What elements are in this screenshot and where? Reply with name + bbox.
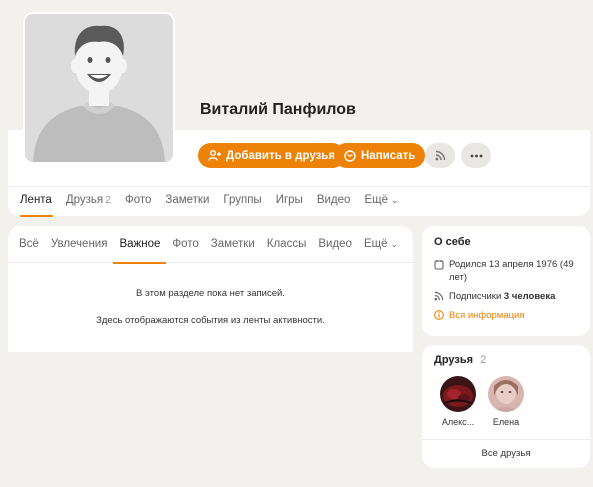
- tab-groups[interactable]: Группы: [216, 187, 268, 217]
- message-icon: [344, 149, 356, 162]
- all-info-link[interactable]: Вся информация: [434, 309, 525, 322]
- friend-name: Елена: [492, 417, 520, 427]
- all-friends-link[interactable]: Все друзья: [422, 439, 590, 468]
- birth-date: Родился 13 апреля 1976 (49 лет): [449, 259, 574, 283]
- more-dots-icon: [470, 154, 482, 157]
- friends-title[interactable]: Друзья 2: [434, 354, 486, 366]
- feed-filter-tabs: Всё Увлечения Важное Фото Заметки Классы…: [8, 226, 413, 264]
- empty-feed-message: В этом разделе пока нет записей.: [136, 288, 285, 299]
- subscribe-button[interactable]: [425, 143, 455, 168]
- friends-count: 2: [480, 354, 487, 366]
- tab-friends[interactable]: Друзья 2: [59, 187, 118, 217]
- chevron-down-icon: ⌄: [390, 194, 399, 205]
- message-label: Написать: [361, 149, 416, 162]
- birth-row: Родился 13 апреля 1976 (49 лет): [434, 258, 584, 284]
- about-title: О себе: [434, 236, 471, 248]
- rss-icon: [434, 291, 444, 301]
- all-info-label: Вся информация: [449, 310, 525, 321]
- filter-notes[interactable]: Заметки: [205, 226, 261, 263]
- more-button[interactable]: [461, 143, 491, 168]
- filter-more[interactable]: Ещё ⌄: [358, 226, 404, 263]
- default-avatar-image: [25, 14, 173, 162]
- friend-avatar: [440, 376, 476, 412]
- friends-count-badge: 2: [105, 193, 111, 206]
- calendar-icon: [434, 260, 444, 270]
- rss-icon: [435, 150, 445, 161]
- tab-video[interactable]: Видео: [310, 187, 358, 217]
- tab-feed[interactable]: Лента: [8, 187, 59, 217]
- empty-feed-hint: Здесь отображаются события из ленты акти…: [96, 315, 325, 326]
- profile-name: Виталий Панфилов: [200, 101, 356, 118]
- friend-item[interactable]: Елена: [482, 376, 530, 427]
- tab-photo[interactable]: Фото: [118, 187, 158, 217]
- friend-name: Алекс...: [441, 417, 475, 427]
- add-friend-label: Добавить в друзья: [226, 149, 336, 162]
- chevron-down-icon: ⌄: [390, 238, 399, 249]
- subscribers-label: Подписчики: [449, 291, 502, 302]
- tab-games[interactable]: Игры: [269, 187, 310, 217]
- add-user-icon: [208, 150, 221, 161]
- info-icon: [434, 310, 444, 320]
- subscribers-row[interactable]: Подписчики 3 человека: [434, 290, 555, 303]
- add-friend-button[interactable]: Добавить в друзья: [198, 143, 346, 168]
- profile-tabs: Лента Друзья 2 Фото Заметки Группы Игры В…: [8, 186, 590, 217]
- filter-photo[interactable]: Фото: [166, 226, 204, 263]
- tab-notes[interactable]: Заметки: [158, 187, 216, 217]
- about-card: О себе Родился 13 апреля 1976 (49 лет) П…: [422, 226, 590, 336]
- friends-card: Друзья 2 Алекс... Елена Все друзья: [422, 345, 590, 468]
- filter-hobbies[interactable]: Увлечения: [45, 226, 114, 263]
- filter-all[interactable]: Всё: [13, 226, 45, 263]
- friend-avatar: [488, 376, 524, 412]
- avatar[interactable]: [23, 12, 175, 164]
- message-button[interactable]: Написать: [334, 143, 426, 168]
- subscribers-count: 3 человека: [503, 291, 556, 302]
- tab-more[interactable]: Ещё ⌄: [357, 187, 405, 217]
- filter-video[interactable]: Видео: [312, 226, 358, 263]
- friend-item[interactable]: Алекс...: [434, 376, 482, 427]
- filter-classes[interactable]: Классы: [261, 226, 313, 263]
- feed-card: Всё Увлечения Важное Фото Заметки Классы…: [8, 226, 413, 352]
- filter-important[interactable]: Важное: [113, 226, 167, 264]
